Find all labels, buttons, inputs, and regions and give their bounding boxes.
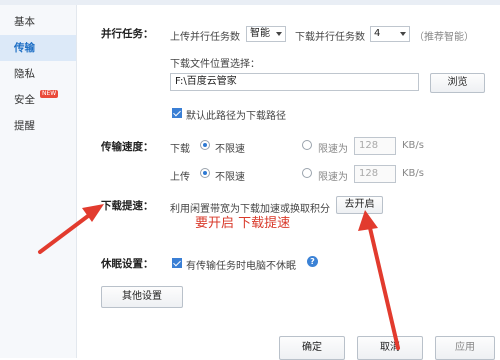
annotation-arrows <box>38 204 400 350</box>
